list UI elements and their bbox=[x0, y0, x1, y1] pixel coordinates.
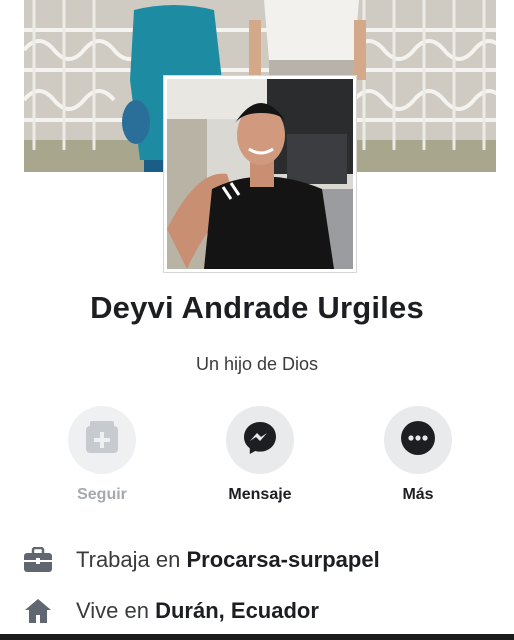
message-label: Mensaje bbox=[228, 486, 292, 503]
profile-name: Deyvi Andrade Urgiles bbox=[90, 290, 424, 325]
home-icon bbox=[22, 597, 54, 625]
more-button[interactable]: Más bbox=[363, 406, 473, 504]
briefcase-icon bbox=[22, 546, 54, 574]
more-label: Más bbox=[402, 486, 434, 503]
home-place[interactable]: Durán, Ecuador bbox=[155, 598, 319, 624]
bottom-edge bbox=[0, 634, 514, 640]
follow-button[interactable]: Seguir bbox=[47, 406, 157, 504]
more-icon bbox=[400, 420, 436, 461]
message-button[interactable]: Mensaje bbox=[205, 406, 315, 504]
profile-picture[interactable] bbox=[164, 76, 356, 272]
more-button-circle[interactable] bbox=[384, 406, 452, 474]
work-info-row[interactable]: Trabaja en Procarsa-surpapel bbox=[22, 543, 380, 577]
home-prefix: Vive en bbox=[76, 598, 149, 623]
work-place[interactable]: Procarsa-surpapel bbox=[187, 547, 380, 573]
messenger-icon bbox=[242, 420, 278, 461]
home-info-row[interactable]: Vive en Durán, Ecuador bbox=[22, 594, 319, 628]
profile-actions: Seguir Mensaje Más bbox=[0, 406, 514, 506]
follow-label: Seguir bbox=[77, 486, 127, 503]
work-prefix: Trabaja en bbox=[76, 547, 181, 572]
add-friend-icon bbox=[84, 420, 120, 460]
follow-button-circle[interactable] bbox=[68, 406, 136, 474]
profile-bio: Un hijo de Dios bbox=[195, 354, 319, 374]
message-button-circle[interactable] bbox=[226, 406, 294, 474]
